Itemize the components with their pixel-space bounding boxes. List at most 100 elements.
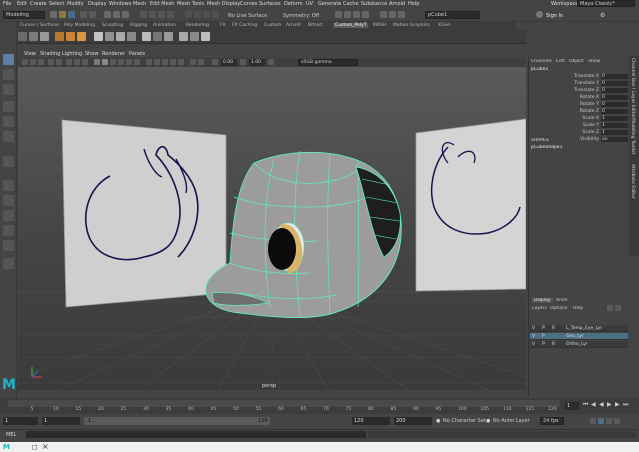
attr-row[interactable]: Rotate X0 [529, 95, 629, 101]
new-layer-icon[interactable] [607, 305, 613, 311]
mel-input[interactable] [26, 431, 366, 438]
preferences-icon[interactable] [614, 418, 620, 424]
undo-icon[interactable] [80, 11, 87, 18]
shelf-merge-icon[interactable] [164, 32, 173, 41]
paint-select-icon[interactable] [3, 84, 14, 95]
film-gate-icon[interactable] [74, 59, 80, 65]
camera-select-icon[interactable] [22, 59, 28, 65]
textured-icon[interactable] [118, 59, 124, 65]
grid-icon[interactable] [66, 59, 72, 65]
shelf-tab-bifrost[interactable]: Bifrost [308, 23, 323, 28]
layer-tab-anim[interactable]: Anim [556, 298, 568, 303]
smooth-shade-icon[interactable] [102, 59, 108, 65]
menu-modify[interactable]: Modify [67, 1, 84, 7]
shelf-bevel-icon[interactable] [116, 32, 125, 41]
xray-icon[interactable] [170, 59, 176, 65]
goto-end-icon[interactable]: ⏭ [623, 401, 628, 409]
new-layer-selected-icon[interactable] [615, 305, 621, 311]
lights-icon[interactable] [126, 59, 132, 65]
close-icon[interactable]: × [42, 442, 49, 451]
mel-label[interactable]: MEL [6, 432, 16, 438]
wire-on-shaded-icon[interactable] [110, 59, 116, 65]
layer-reference-toggle[interactable]: R [552, 325, 555, 332]
object-name-field[interactable]: pCube1 [425, 11, 480, 19]
gamma-icon[interactable] [240, 59, 246, 65]
layer-row[interactable]: V P R Ortho_Lyr [530, 341, 628, 348]
select-tool-icon[interactable] [3, 54, 14, 65]
shelf-tab-motion-graphics[interactable]: Motion Graphics [393, 23, 430, 28]
last-tool-icon[interactable] [3, 156, 14, 167]
tool-settings-icon[interactable] [398, 11, 405, 18]
maya-taskbar-icon[interactable]: M [3, 443, 10, 451]
shelf-tab-animation[interactable]: Animation [153, 23, 176, 28]
layer-visibility-toggle[interactable]: V [532, 325, 535, 332]
redo-icon[interactable] [89, 11, 96, 18]
outliner-icon[interactable] [3, 258, 14, 269]
sign-in-button[interactable]: Sign In [546, 13, 563, 19]
symmetry-label[interactable]: Symmetry: Off [283, 13, 319, 19]
menu-surfaces[interactable]: Surfaces [259, 1, 281, 7]
attr-row[interactable]: Rotate Z0 [529, 109, 629, 115]
side-by-side-icon[interactable] [3, 210, 14, 221]
play-forward-icon[interactable]: ▶ [607, 401, 612, 408]
minimize-icon[interactable]: ◻ [32, 443, 38, 451]
hypershade-icon[interactable] [362, 11, 369, 18]
uv-mode-icon[interactable] [167, 11, 174, 18]
attr-value[interactable]: 0 [601, 109, 628, 114]
vertex-mode-icon[interactable] [140, 11, 147, 18]
shadows-icon[interactable] [134, 59, 140, 65]
shelf-mirror-icon[interactable] [190, 32, 199, 41]
shelf-uv-editor-icon[interactable] [201, 32, 210, 41]
menu-display[interactable]: Display [88, 1, 106, 7]
menu-create[interactable]: Create [30, 1, 47, 7]
bookmark-icon[interactable] [38, 59, 44, 65]
attr-row[interactable]: Scale X1 [529, 116, 629, 122]
goto-start-icon[interactable]: ⏮ [583, 401, 588, 409]
menu-substance[interactable]: Substance [361, 1, 387, 7]
vp-menu-view[interactable]: View [24, 51, 36, 57]
menu-cache[interactable]: Cache [343, 1, 359, 7]
attr-value[interactable]: 0 [601, 74, 628, 79]
vp-menu-panels[interactable]: Panels [129, 51, 145, 57]
layer-playback-toggle[interactable]: P [542, 341, 545, 348]
layer-visibility-toggle[interactable]: V [532, 341, 535, 348]
shelf-fit-icon[interactable] [29, 32, 38, 41]
fps-select[interactable]: 24 fps [540, 417, 564, 425]
layer-row[interactable]: V P R L_Temp_Eye_Lyr [530, 325, 628, 332]
attr-row[interactable]: Translate X0 [529, 74, 629, 80]
persp-outliner-icon[interactable] [3, 225, 14, 236]
colorspace-select[interactable]: sRGB gamma [298, 59, 358, 66]
menu-select[interactable]: Select [49, 1, 64, 7]
camera-attr-icon[interactable] [30, 59, 36, 65]
gear-icon[interactable]: ⚙ [600, 12, 605, 19]
shelf-tab-sculpting[interactable]: Sculpting [102, 23, 123, 28]
menu-edit[interactable]: Edit [17, 1, 27, 7]
viewport[interactable]: persp [18, 67, 526, 390]
anim-start-field[interactable]: 1 [3, 417, 38, 425]
layer-reference-toggle[interactable]: R [552, 341, 555, 348]
antialias-icon[interactable] [154, 59, 160, 65]
side-tab-attribute-editor[interactable]: Attribute Editor [630, 164, 635, 199]
layer-name[interactable]: L_Temp_Eye_Lyr [566, 325, 602, 332]
layer-playback-toggle[interactable]: P [542, 333, 545, 340]
snap-curve-icon[interactable] [194, 11, 201, 18]
menu-curves[interactable]: Curves [240, 1, 257, 7]
edge-mode-icon[interactable] [149, 11, 156, 18]
attr-value[interactable]: 0 [601, 95, 628, 100]
attr-value[interactable]: 0 [601, 81, 628, 86]
menu-mesh-tools[interactable]: Mesh Tools [177, 1, 204, 7]
current-frame-field[interactable]: 1 [565, 402, 579, 410]
attr-value[interactable]: on [601, 137, 628, 142]
anim-end-field[interactable]: 200 [394, 417, 432, 425]
attr-value[interactable]: 0 [601, 88, 628, 93]
side-tab-channel-box[interactable]: Channel Box / Layer Editor [630, 58, 635, 118]
render-settings-icon[interactable] [353, 11, 360, 18]
cb-tab-object[interactable]: Object [569, 59, 584, 64]
layer-visibility-toggle[interactable]: V [532, 333, 535, 340]
shelf-tab-fx-caching[interactable]: FX Caching [232, 23, 257, 28]
shape-name[interactable]: pCubeShape1 [531, 145, 562, 150]
menu-windows[interactable]: Windows [109, 1, 131, 7]
menu-file[interactable]: File [3, 1, 11, 7]
shelf-tab-custom-polyt[interactable]: Custom_PolyT [333, 23, 369, 28]
layer-playback-toggle[interactable]: P [542, 325, 545, 332]
